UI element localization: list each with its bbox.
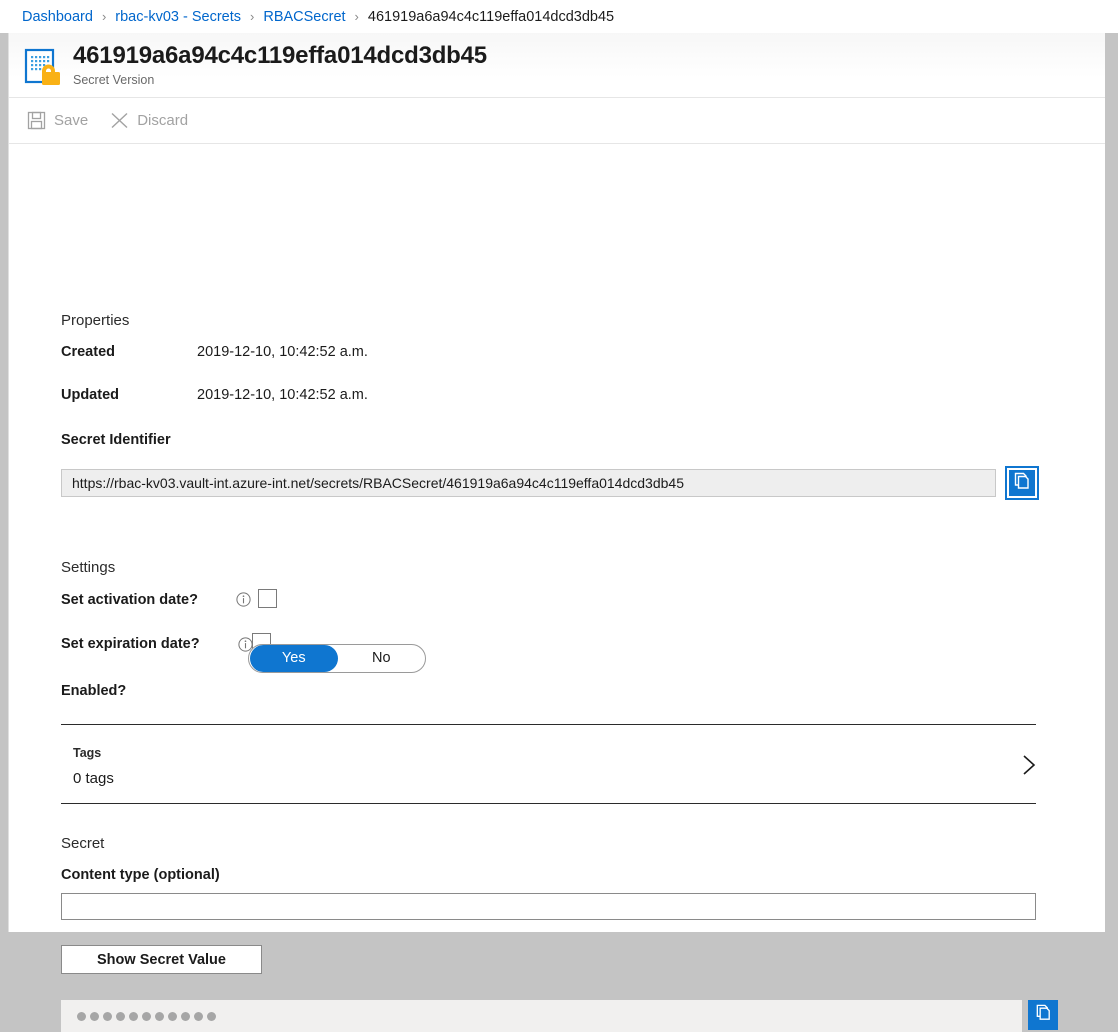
enabled-toggle[interactable]: Yes No	[248, 644, 426, 673]
activation-info-icon[interactable]	[236, 592, 251, 607]
discard-button[interactable]: Discard	[110, 111, 188, 130]
enabled-label: Enabled?	[61, 683, 127, 699]
copy-secret-value-button[interactable]	[1028, 1000, 1058, 1030]
created-value: 2019-12-10, 10:42:52 a.m.	[197, 344, 368, 360]
masked-dot	[103, 1011, 112, 1021]
blade-title-bar: 461919a6a94c4c119effa014dcd3db45 Secret …	[9, 33, 1105, 98]
discard-icon	[110, 111, 129, 130]
set-expiration-date-label: Set expiration date?	[61, 636, 200, 652]
content-type-input[interactable]	[61, 893, 1036, 920]
masked-secret-value[interactable]	[61, 1000, 1022, 1032]
breadcrumb-item-current-version: 461919a6a94c4c119effa014dcd3db45	[367, 8, 615, 25]
masked-dot	[142, 1011, 151, 1021]
tags-count: 0 tags	[73, 770, 114, 787]
secret-section-title: Secret	[61, 835, 105, 852]
secret-identifier-input[interactable]: https://rbac-kv03.vault-int.azure-int.ne…	[61, 469, 996, 497]
discard-button-label: Discard	[137, 112, 189, 129]
breadcrumb-separator-icon: ›	[354, 9, 359, 24]
secret-version-blade: 461919a6a94c4c119effa014dcd3db45 Secret …	[8, 33, 1105, 1032]
save-button[interactable]: Save	[27, 111, 88, 130]
breadcrumb: Dashboard › rbac-kv03 - Secrets › RBACSe…	[0, 0, 1118, 33]
masked-dot	[207, 1011, 216, 1021]
secret-identifier-label: Secret Identifier	[61, 432, 171, 448]
enabled-toggle-no[interactable]: No	[338, 645, 426, 672]
masked-dot	[90, 1011, 99, 1021]
tags-top-divider	[61, 724, 1036, 725]
breadcrumb-separator-icon: ›	[101, 9, 107, 24]
masked-dot	[194, 1011, 203, 1021]
masked-dot	[116, 1011, 125, 1021]
breadcrumb-item-secret[interactable]: RBACSecret	[263, 9, 345, 25]
updated-value: 2019-12-10, 10:42:52 a.m.	[197, 387, 368, 403]
breadcrumb-separator-icon: ›	[250, 9, 255, 24]
updated-label: Updated	[61, 387, 119, 403]
masked-dot	[129, 1011, 138, 1021]
app-page: Dashboard › rbac-kv03 - Secrets › RBACSe…	[0, 0, 1118, 1032]
properties-section-title: Properties	[61, 312, 130, 329]
masked-dot	[77, 1011, 86, 1021]
breadcrumb-item-vault-secrets[interactable]: rbac-kv03 - Secrets	[115, 9, 241, 25]
set-activation-date-checkbox[interactable]	[258, 589, 277, 608]
save-icon	[27, 111, 46, 130]
command-toolbar: Save Discard	[9, 98, 1105, 144]
blade-title-text: 461919a6a94c4c119effa014dcd3db45 Secret …	[73, 41, 487, 88]
enabled-toggle-yes[interactable]: Yes	[250, 645, 338, 672]
chevron-right-icon[interactable]	[1017, 751, 1041, 784]
created-label: Created	[61, 344, 115, 360]
page-title: 461919a6a94c4c119effa014dcd3db45	[73, 42, 487, 69]
save-button-label: Save	[54, 112, 89, 129]
masked-dots	[77, 1011, 220, 1021]
masked-dot	[181, 1011, 190, 1021]
tags-bottom-divider	[61, 803, 1036, 804]
secret-version-icon	[23, 47, 63, 87]
breadcrumb-item-dashboard[interactable]: Dashboard	[22, 9, 93, 25]
masked-dot	[168, 1011, 177, 1021]
copy-icon	[1034, 1003, 1053, 1027]
copy-secret-identifier-button[interactable]	[1005, 466, 1039, 500]
settings-section-title: Settings	[61, 559, 116, 576]
copy-icon	[1012, 471, 1032, 496]
page-subtitle: Secret Version	[73, 73, 155, 87]
content-type-label: Content type (optional)	[61, 867, 220, 883]
show-secret-value-button[interactable]: Show Secret Value	[61, 945, 262, 974]
set-activation-date-label: Set activation date?	[61, 592, 198, 608]
tags-label: Tags	[73, 746, 102, 760]
masked-dot	[155, 1011, 164, 1021]
